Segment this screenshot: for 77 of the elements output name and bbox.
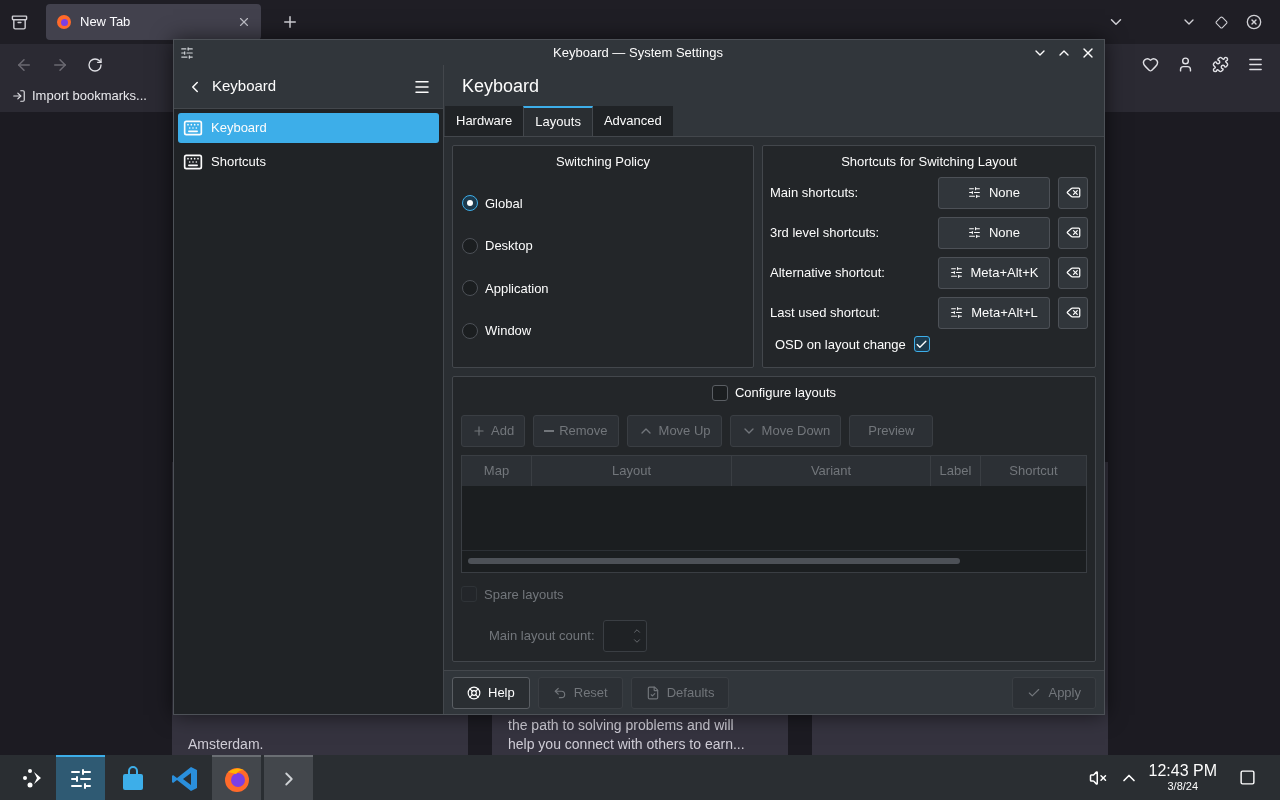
clear-button[interactable] [1058, 256, 1088, 289]
radio-button[interactable] [462, 237, 478, 254]
browser-logo-icon [56, 14, 72, 30]
backspace-icon [1065, 185, 1081, 200]
checkbox[interactable] [711, 384, 728, 401]
muted-speaker-icon[interactable] [1088, 768, 1107, 787]
extensions-icon[interactable] [1212, 56, 1229, 73]
footer-button[interactable]: Help [452, 676, 530, 709]
shortcut-button[interactable]: Meta+Alt+K [938, 256, 1050, 289]
clock[interactable]: 12:43 PM [1148, 762, 1217, 780]
close-icon[interactable] [237, 15, 251, 29]
taskbar-app[interactable] [212, 755, 261, 800]
group-title: Switching Policy [555, 153, 651, 171]
checkbox-label[interactable]: Configure layouts [734, 383, 837, 403]
radio-label[interactable]: Window [485, 321, 532, 341]
shortcut-button[interactable]: Meta+Alt+L [938, 296, 1050, 329]
radio-button[interactable] [462, 195, 478, 212]
shortcut-button[interactable]: None [938, 216, 1050, 249]
shortcut-button[interactable]: None [938, 176, 1050, 209]
sliders-icon [967, 186, 981, 199]
shortcut-label: Main shortcuts: [770, 183, 860, 202]
tab-title: New Tab [80, 13, 132, 32]
tab[interactable]: Hardware [445, 106, 524, 136]
radio-button[interactable] [462, 322, 478, 339]
shortcut-label: Last used shortcut: [770, 303, 881, 322]
sliders-icon [950, 306, 964, 319]
backspace-icon [1065, 305, 1081, 320]
code-editor-icon [170, 764, 199, 793]
sidebar-title: Keyboard [212, 76, 278, 97]
radio-label[interactable]: Application [485, 278, 549, 298]
checkbox[interactable] [913, 336, 930, 353]
card-text: Amsterdam. [188, 735, 265, 754]
clear-button[interactable] [1058, 176, 1088, 209]
help-icon [467, 685, 481, 700]
sliders-icon [949, 266, 963, 279]
minus-icon [544, 429, 555, 432]
keyboard-icon [183, 152, 203, 172]
undo-icon [552, 685, 567, 700]
checkbox-label[interactable]: OSD on layout change [775, 334, 906, 354]
clear-button[interactable] [1058, 216, 1088, 249]
forward-icon[interactable] [51, 56, 69, 74]
account-icon[interactable] [1177, 56, 1194, 73]
taskbar-app[interactable] [56, 755, 105, 800]
close-icon[interactable] [1246, 14, 1262, 30]
card-text: help you connect with others to earn... [508, 735, 746, 754]
bookmark-link[interactable]: Import bookmarks... [32, 86, 147, 106]
radio-button[interactable] [462, 280, 478, 297]
show-desktop-icon[interactable] [1239, 769, 1256, 786]
sliders-icon [967, 226, 981, 239]
group-title: Shortcuts for Switching Layout [840, 153, 1018, 171]
browser-tab[interactable]: New Tab [46, 4, 261, 40]
radio-label[interactable]: Desktop [485, 236, 533, 256]
tab[interactable]: Layouts [523, 106, 593, 136]
field-label: Main layout count: [489, 627, 595, 646]
clear-button[interactable] [1058, 296, 1088, 329]
backspace-icon [1065, 225, 1081, 240]
page-title: Keyboard [462, 74, 540, 98]
shortcut-label: 3rd level shortcuts: [770, 223, 881, 242]
tab-list-icon[interactable] [11, 13, 28, 31]
document-icon [645, 685, 660, 700]
maximize-icon[interactable] [1215, 15, 1228, 29]
sidebar-item[interactable]: Shortcuts [178, 147, 439, 177]
reload-icon[interactable] [87, 57, 103, 73]
card-text: the path to solving problems and will [508, 716, 735, 735]
menu-icon[interactable] [1247, 56, 1264, 73]
settings-icon [68, 766, 93, 791]
date[interactable]: 3/8/24 [1167, 780, 1199, 793]
window-title: Keyboard — System Settings [553, 43, 723, 62]
settings-icon [180, 45, 194, 60]
shortcut-label: Alternative shortcut: [770, 263, 886, 282]
plus-icon [472, 423, 486, 438]
keyboard-icon [183, 118, 203, 138]
new-tab-icon[interactable] [281, 13, 299, 31]
backspace-icon [1065, 265, 1081, 280]
radio-label[interactable]: Global [485, 193, 523, 213]
import-icon [12, 88, 26, 103]
tab[interactable]: Advanced [592, 106, 673, 136]
